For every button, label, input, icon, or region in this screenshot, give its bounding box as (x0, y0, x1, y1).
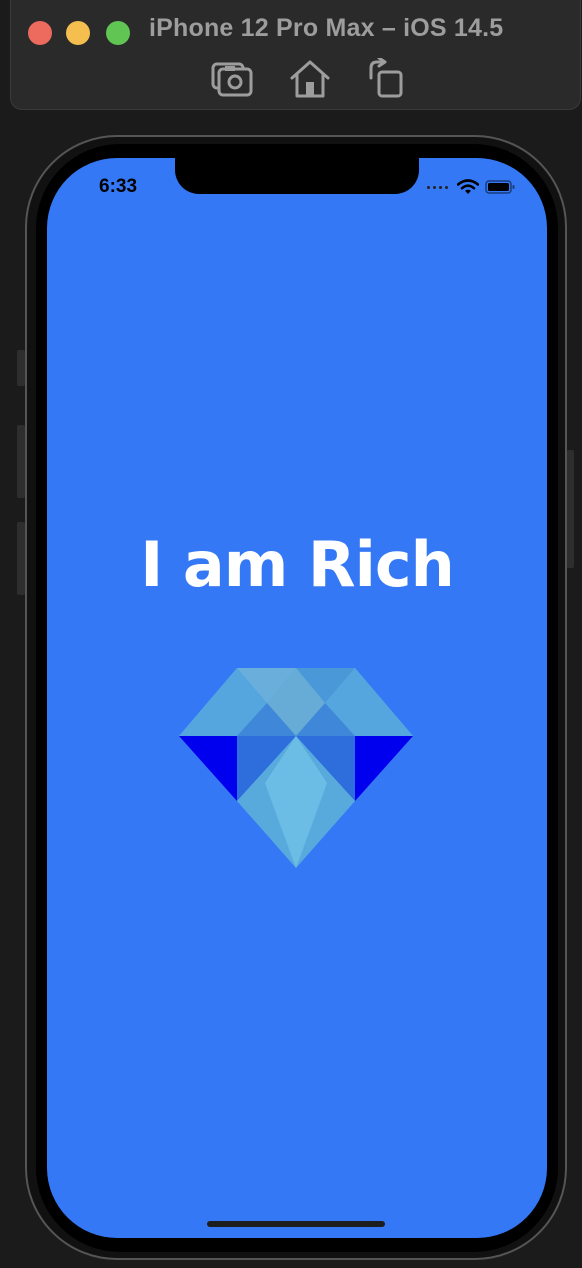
close-window-button[interactable] (28, 21, 52, 45)
minimize-window-button[interactable] (66, 21, 90, 45)
home-icon[interactable] (288, 58, 332, 100)
volume-down-button[interactable] (17, 522, 25, 595)
diamond-image (179, 668, 413, 868)
power-button[interactable] (566, 450, 574, 568)
silent-switch[interactable] (17, 350, 25, 386)
signal-icon (427, 185, 448, 189)
status-icons (427, 179, 515, 195)
status-time: 6:33 (99, 176, 138, 197)
volume-up-button[interactable] (17, 425, 25, 498)
wifi-icon (457, 179, 479, 194)
notch (175, 158, 419, 194)
home-indicator[interactable] (207, 1221, 385, 1227)
battery-icon (485, 180, 515, 194)
screenshot-icon[interactable] (209, 58, 253, 100)
zoom-window-button[interactable] (106, 21, 130, 45)
rotate-icon[interactable] (363, 56, 407, 100)
window-title: iPhone 12 Pro Max – iOS 14.5 (149, 14, 504, 42)
simulator-toolbar: iPhone 12 Pro Max – iOS 14.5 (10, 0, 581, 110)
app-title: I am Rich (140, 528, 455, 601)
app-screen: 6:33 I am Rich (47, 158, 547, 1238)
